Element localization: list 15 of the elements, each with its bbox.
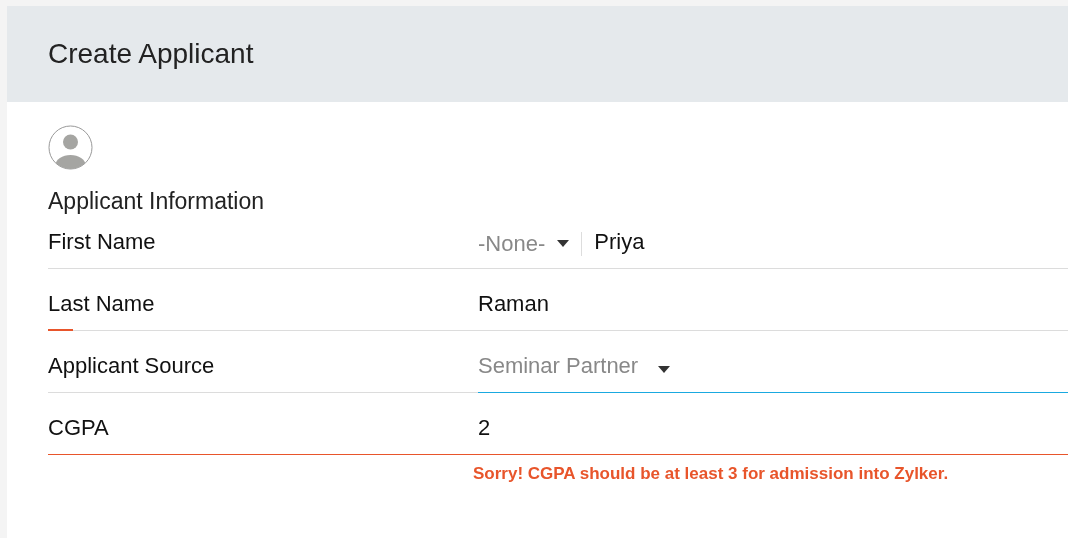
page-title: Create Applicant (48, 37, 254, 71)
error-message: Sorry! CGPA should be at least 3 for admission into Zylker. (473, 463, 949, 483)
caret-icon (557, 240, 570, 247)
avatar-icon[interactable] (48, 125, 93, 170)
field-label: First Name (48, 227, 156, 256)
section-title: Applicant Information (48, 188, 265, 214)
input-field[interactable]: 2 (478, 392, 1068, 455)
select-field[interactable]: Seminar Partner (478, 330, 1068, 393)
field-label: CGPA (48, 413, 109, 442)
caret-icon (658, 365, 671, 373)
field-label: Last Name (48, 289, 155, 318)
salutation-dropdown[interactable]: -None- (478, 231, 583, 256)
input-field[interactable]: Priya (582, 224, 645, 258)
field-label: Applicant Source (48, 351, 215, 380)
input-field[interactable]: Raman (478, 268, 1068, 331)
